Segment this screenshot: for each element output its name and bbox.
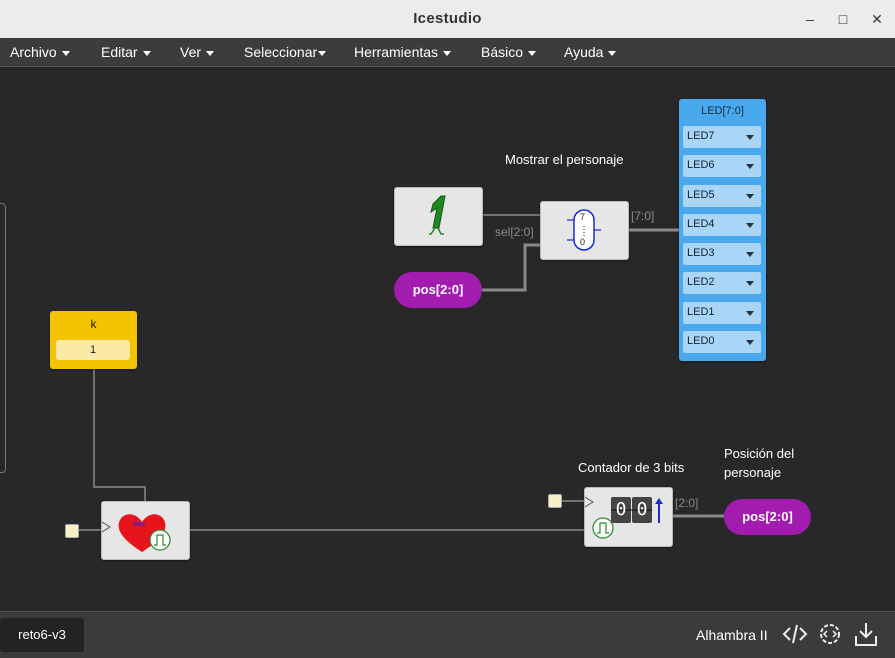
mux-icon <box>567 209 601 251</box>
comment-mostrar[interactable]: Mostrar el personaje <box>505 152 624 167</box>
mux-bottom-label: 0 <box>580 237 586 247</box>
heart-label: Sec <box>133 521 146 528</box>
led-pin-label: LED1 <box>687 306 715 318</box>
chevron-down-icon <box>746 223 754 228</box>
character-block[interactable] <box>394 187 483 246</box>
character-one-icon <box>429 195 446 235</box>
comment-contador[interactable]: Contador de 3 bits <box>578 460 684 475</box>
code-icon[interactable] <box>781 620 809 648</box>
led-block-title: LED[7:0] <box>701 105 744 117</box>
pos-input-port[interactable]: pos[2:0] <box>394 272 482 308</box>
constant-k-block[interactable]: k 1 <box>50 311 137 369</box>
wire-pos-bus <box>482 243 540 292</box>
wire-label-bus: [7:0] <box>631 209 655 223</box>
led-pin-label: LED6 <box>687 159 715 171</box>
chevron-down-icon <box>746 311 754 316</box>
multiplexer-block[interactable]: 7 0 <box>540 201 629 260</box>
led-output-block[interactable]: LED[7:0] LED7 LED6 LED5 LED4 LED3 LED2 L… <box>679 99 766 361</box>
led-pin-label: LED4 <box>687 218 715 230</box>
led-pin-label: LED2 <box>687 276 715 288</box>
clock-input-port[interactable] <box>65 524 79 538</box>
status-bar: reto6-v3 Alhambra II <box>0 611 895 658</box>
constant-name: k <box>90 317 97 331</box>
chevron-down-icon <box>746 164 754 169</box>
chevron-down-icon <box>746 252 754 257</box>
counter-icon <box>585 496 663 539</box>
chevron-down-icon <box>746 194 754 199</box>
led-pin-label: LED0 <box>687 335 715 347</box>
led-pin-select[interactable]: LED6 <box>683 155 761 177</box>
wire-label-counter: [2:0] <box>675 496 699 510</box>
chevron-down-icon <box>746 135 754 140</box>
led-pin-select[interactable]: LED7 <box>683 126 761 148</box>
constant-value-field[interactable]: 1 <box>56 340 130 360</box>
comment-posicion-line1[interactable]: Posición del <box>724 446 794 461</box>
led-pin-select[interactable]: LED0 <box>683 331 761 353</box>
heart-pulse-icon <box>102 514 171 552</box>
clock-input-port[interactable] <box>548 494 562 508</box>
wire-k <box>93 369 146 501</box>
project-tab[interactable]: reto6-v3 <box>0 618 84 652</box>
counter-block[interactable]: 0 0 <box>584 487 673 547</box>
led-pin-label: LED3 <box>687 247 715 259</box>
led-pin-select[interactable]: LED2 <box>683 272 761 294</box>
led-pin-label: LED5 <box>687 189 715 201</box>
heartbeat-block[interactable]: Sec <box>101 501 190 560</box>
led-pin-select[interactable]: LED4 <box>683 214 761 236</box>
download-tray-icon[interactable] <box>852 620 880 648</box>
comment-posicion-line2[interactable]: personaje <box>724 465 781 480</box>
board-selector[interactable]: Alhambra II <box>696 627 768 643</box>
chevron-down-icon <box>746 281 754 286</box>
wire-label-sel: sel[2:0] <box>495 225 534 239</box>
pos-output-port[interactable]: pos[2:0] <box>724 499 811 535</box>
chevron-down-icon <box>746 340 754 345</box>
mux-top-label: 7 <box>580 212 586 222</box>
counter-digit: 0 <box>615 499 627 520</box>
led-pin-select[interactable]: LED3 <box>683 243 761 265</box>
led-pin-select[interactable]: LED1 <box>683 302 761 324</box>
counter-digit: 0 <box>636 499 648 520</box>
gear-code-icon[interactable] <box>816 620 844 648</box>
led-pin-label: LED7 <box>687 130 715 142</box>
led-pin-select[interactable]: LED5 <box>683 185 761 207</box>
